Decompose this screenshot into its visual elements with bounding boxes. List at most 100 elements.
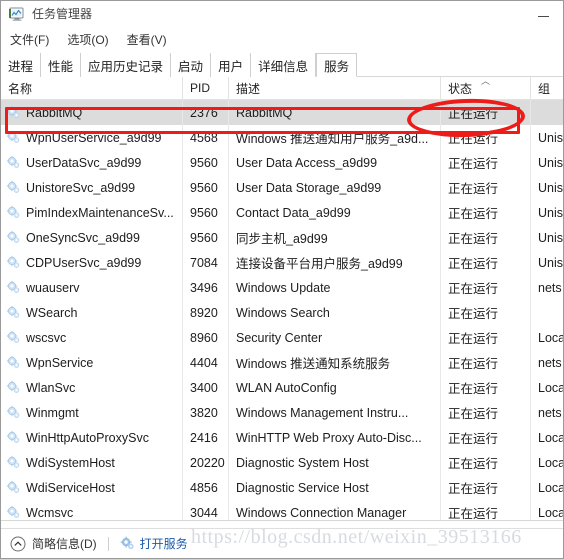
cell-status: 正在运行 [441, 175, 531, 200]
column-header-group[interactable]: 组 [531, 77, 563, 99]
cell-status: 正在运行 [441, 350, 531, 375]
cell-service-name: WSearch [1, 300, 183, 325]
menu-item-options[interactable]: 选项(O) [67, 29, 117, 50]
service-gear-icon [6, 380, 20, 393]
cell-group [531, 300, 563, 325]
cell-status: 正在运行 [441, 125, 531, 150]
cell-pid: 9560 [183, 200, 229, 225]
task-manager-icon [9, 7, 24, 21]
window-controls [523, 1, 563, 27]
cell-service-name: Wcmsvc [1, 500, 183, 520]
table-row[interactable]: WlanSvc 3400 WLAN AutoConfig 正在运行 Loca [1, 375, 563, 400]
cell-service-name: UnistoreSvc_a9d99 [1, 175, 183, 200]
cell-description: User Data Access_a9d99 [229, 150, 441, 175]
menu-item-file[interactable]: 文件(F) [10, 29, 58, 50]
cell-service-name: WpnService [1, 350, 183, 375]
cell-description: 同步主机_a9d99 [229, 225, 441, 250]
table-row[interactable]: UnistoreSvc_a9d99 9560 User Data Storage_a… [1, 175, 563, 200]
service-name-text: RabbitMQ [26, 105, 83, 120]
cell-description: Diagnostic Service Host [229, 475, 441, 500]
cell-group: Unis [538, 155, 563, 170]
cell-description: Windows Management Instru... [229, 400, 441, 425]
menu-item-view[interactable]: 查看(V) [127, 29, 176, 50]
table-row[interactable]: WdiServiceHost 4856 Diagnostic Service Hos… [1, 475, 563, 500]
table-row[interactable]: OneSyncSvc_a9d99 9560 同步主机_a9d99 正在运行 Unis [1, 225, 563, 250]
table-row[interactable]: CDPUserSvc_a9d99 7084 连接设备平台用户服务_a9d99 正在运行… [1, 250, 563, 275]
tab-details[interactable]: 详细信息 [251, 53, 317, 77]
service-name-text: PimIndexMaintenanceSv... [26, 205, 174, 220]
cell-description: Windows Search [229, 300, 441, 325]
table-row[interactable]: UserDataSvc_a9d99 9560 User Data Access_a9… [1, 150, 563, 175]
brief-info-button[interactable]: 简略信息(D) [10, 535, 97, 552]
table-row[interactable]: wuauserv 3496 Windows Update 正在运行 nets [1, 275, 563, 300]
cell-status: 正在运行 [441, 275, 531, 300]
cell-group: Loca [538, 505, 563, 520]
cell-pid: 4856 [183, 475, 229, 500]
cell-service-name: WdiSystemHost [1, 450, 183, 475]
tab-users[interactable]: 用户 [211, 53, 252, 77]
tab-strip: 进程 性能 应用历史记录 启动 用户 详细信息 服务 [1, 52, 563, 77]
column-header-status[interactable]: 状态 ︿ [441, 77, 531, 99]
table-row[interactable]: WSearch 8920 Windows Search 正在运行 [1, 300, 563, 325]
cell-service-name: OneSyncSvc_a9d99 [1, 225, 183, 250]
cell-status: 正在运行 [441, 475, 531, 500]
table-row[interactable]: wscsvc 8960 Security Center 正在运行 Loca [1, 325, 563, 350]
cell-service-name: wscsvc [1, 325, 183, 350]
tab-performance[interactable]: 性能 [41, 53, 82, 77]
service-gear-icon [6, 280, 20, 293]
cell-pid: 8960 [183, 325, 229, 350]
cell-description: WinHTTP Web Proxy Auto-Disc... [229, 425, 441, 450]
cell-status: 正在运行 [441, 225, 531, 250]
cell-pid: 2376 [183, 100, 229, 125]
cell-group: Loca [538, 380, 563, 395]
table-row[interactable]: WpnService 4404 Windows 推送通知系统服务 正在运行 nets [1, 350, 563, 375]
cell-pid: 8920 [183, 300, 229, 325]
cell-group: nets [538, 280, 562, 295]
window-title: 任务管理器 [32, 7, 93, 21]
table-header-row: 名称 PID 描述 状态 ︿ 组 [1, 77, 563, 100]
cell-status: 正在运行 [441, 450, 531, 475]
brief-info-label: 简略信息(D) [32, 537, 97, 551]
cell-pid: 4404 [183, 350, 229, 375]
table-row[interactable]: WpnUserService_a9d99 4568 Windows 推送通知用户服务… [1, 125, 563, 150]
cell-status: 正在运行 [441, 250, 531, 275]
table-body: RabbitMQ 2376 RabbitMQ 正在运行 WpnUserService_… [1, 100, 563, 520]
table-row[interactable]: WdiSystemHost 20220 Diagnostic System Host… [1, 450, 563, 475]
gear-icon [120, 536, 134, 550]
table-row[interactable]: WinHttpAutoProxySvc 2416 WinHTTP Web Proxy… [1, 425, 563, 450]
cell-status: 正在运行 [441, 500, 531, 520]
service-gear-icon [6, 480, 20, 493]
column-header-description[interactable]: 描述 [229, 77, 441, 99]
table-row[interactable]: Wcmsvc 3044 Windows Connection Manager 正在运行… [1, 500, 563, 520]
table-row[interactable]: Winmgmt 3820 Windows Management Instru... 正… [1, 400, 563, 425]
service-gear-icon [6, 105, 20, 118]
chevron-up-circle-icon [10, 536, 26, 551]
cell-service-name: CDPUserSvc_a9d99 [1, 250, 183, 275]
open-services-button[interactable]: 打开服务 [120, 535, 188, 552]
service-gear-icon [6, 305, 20, 318]
service-gear-icon [6, 255, 20, 268]
service-name-text: UnistoreSvc_a9d99 [26, 180, 136, 195]
tab-app-history[interactable]: 应用历史记录 [81, 53, 172, 77]
cell-status: 正在运行 [441, 325, 531, 350]
table-row[interactable]: RabbitMQ 2376 RabbitMQ 正在运行 [1, 100, 563, 125]
service-name-text: wscsvc [26, 330, 67, 345]
service-name-text: WpnService [26, 355, 94, 370]
cell-description: Windows 推送通知用户服务_a9d... [229, 125, 441, 150]
service-gear-icon [6, 230, 20, 243]
tab-services[interactable]: 服务 [316, 53, 358, 77]
cell-group: Loca [538, 430, 563, 445]
tab-startup[interactable]: 启动 [171, 53, 212, 77]
cell-service-name: WinHttpAutoProxySvc [1, 425, 183, 450]
table-row[interactable]: PimIndexMaintenanceSv... 9560 Contact Data… [1, 200, 563, 225]
cell-status: 正在运行 [441, 300, 531, 325]
service-gear-icon [6, 405, 20, 418]
tab-processes[interactable]: 进程 [1, 53, 42, 77]
column-header-pid[interactable]: PID [183, 77, 229, 99]
service-name-text: CDPUserSvc_a9d99 [26, 255, 142, 270]
column-header-name[interactable]: 名称 [1, 77, 183, 99]
service-name-text: WpnUserService_a9d99 [26, 130, 162, 145]
minimize-button[interactable] [523, 1, 563, 25]
cell-group: Unis [538, 180, 563, 195]
cell-description: User Data Storage_a9d99 [229, 175, 441, 200]
